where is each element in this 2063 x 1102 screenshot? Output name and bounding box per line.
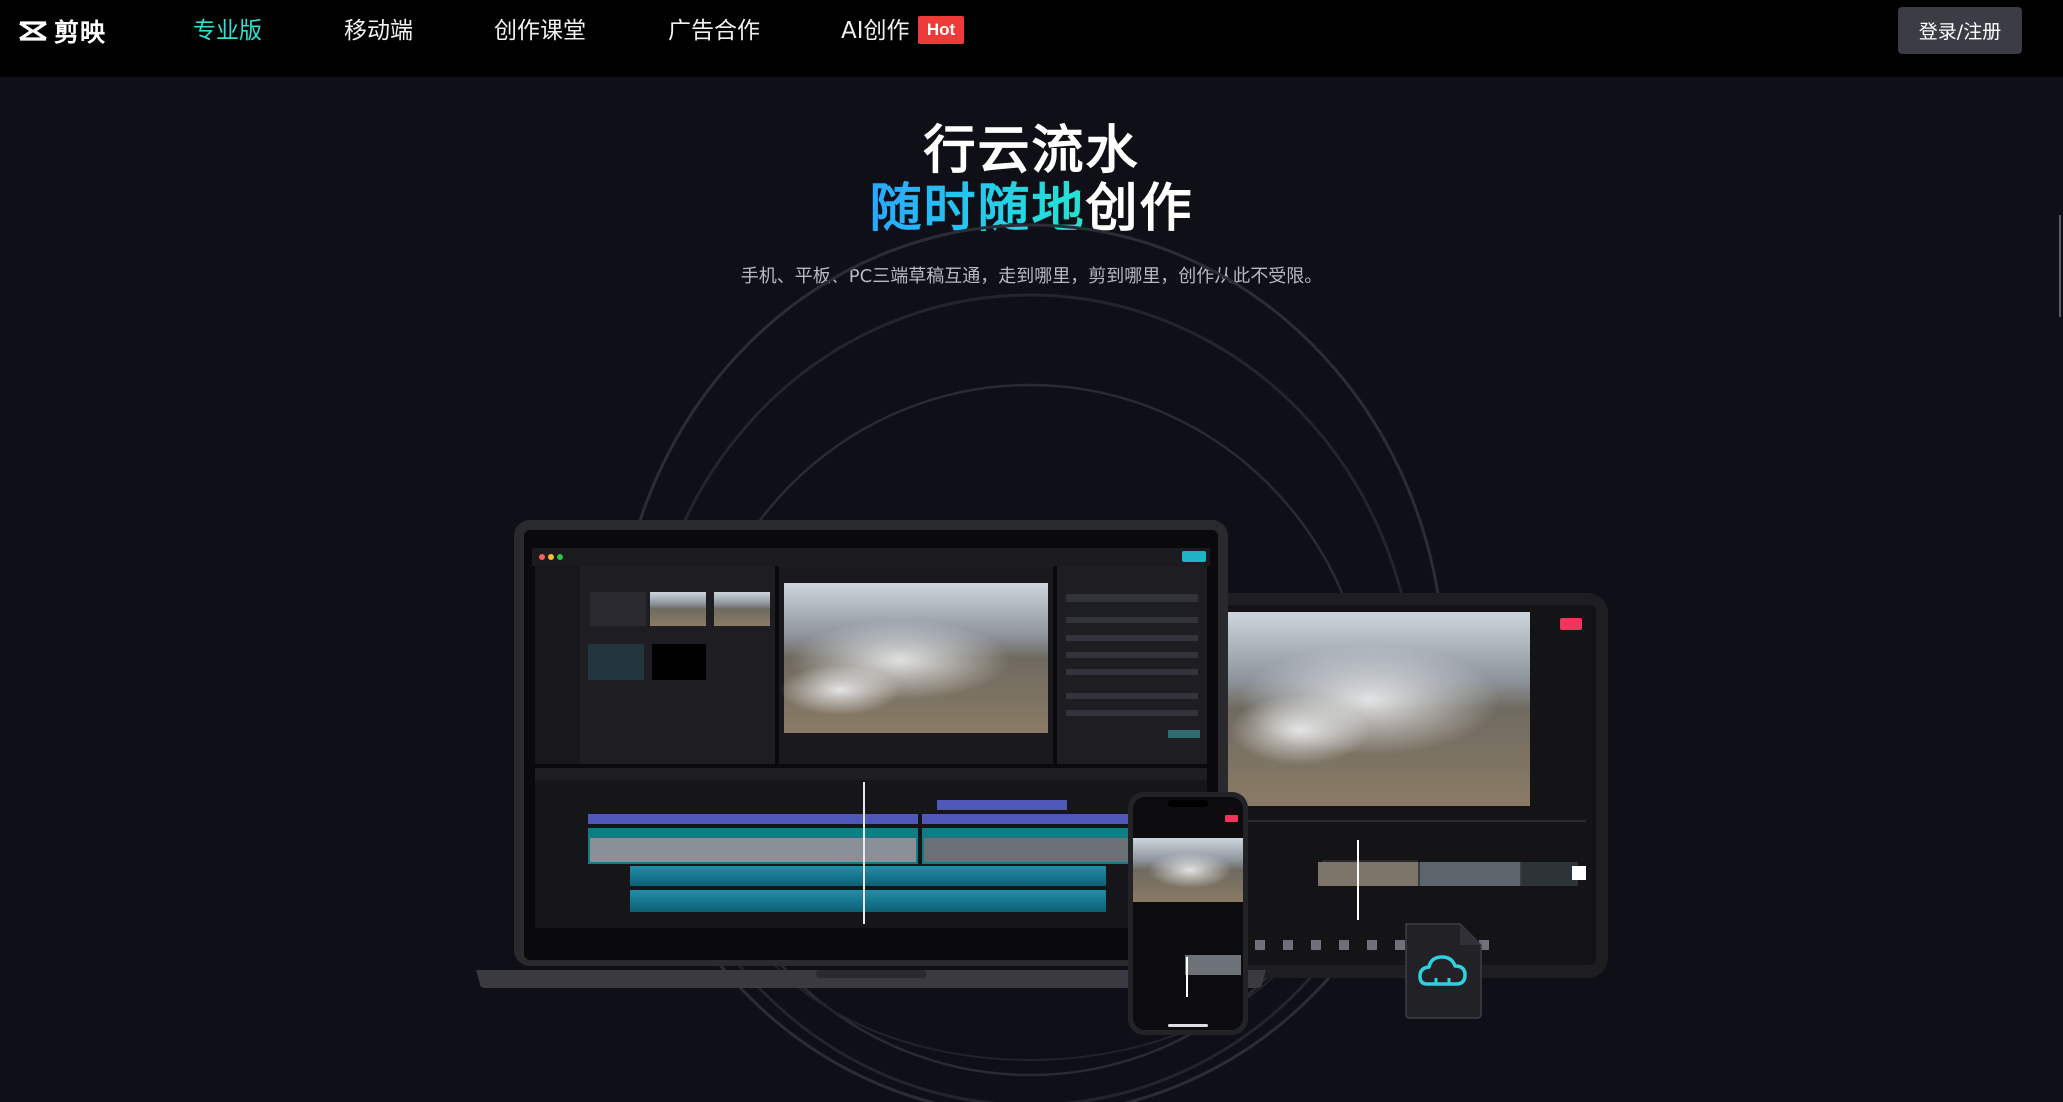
tablet-device: [1208, 593, 1608, 978]
devices-illustration: [476, 223, 1608, 1102]
cloud-sync-icon: [1405, 923, 1482, 1019]
phone-device: [1128, 792, 1248, 1035]
